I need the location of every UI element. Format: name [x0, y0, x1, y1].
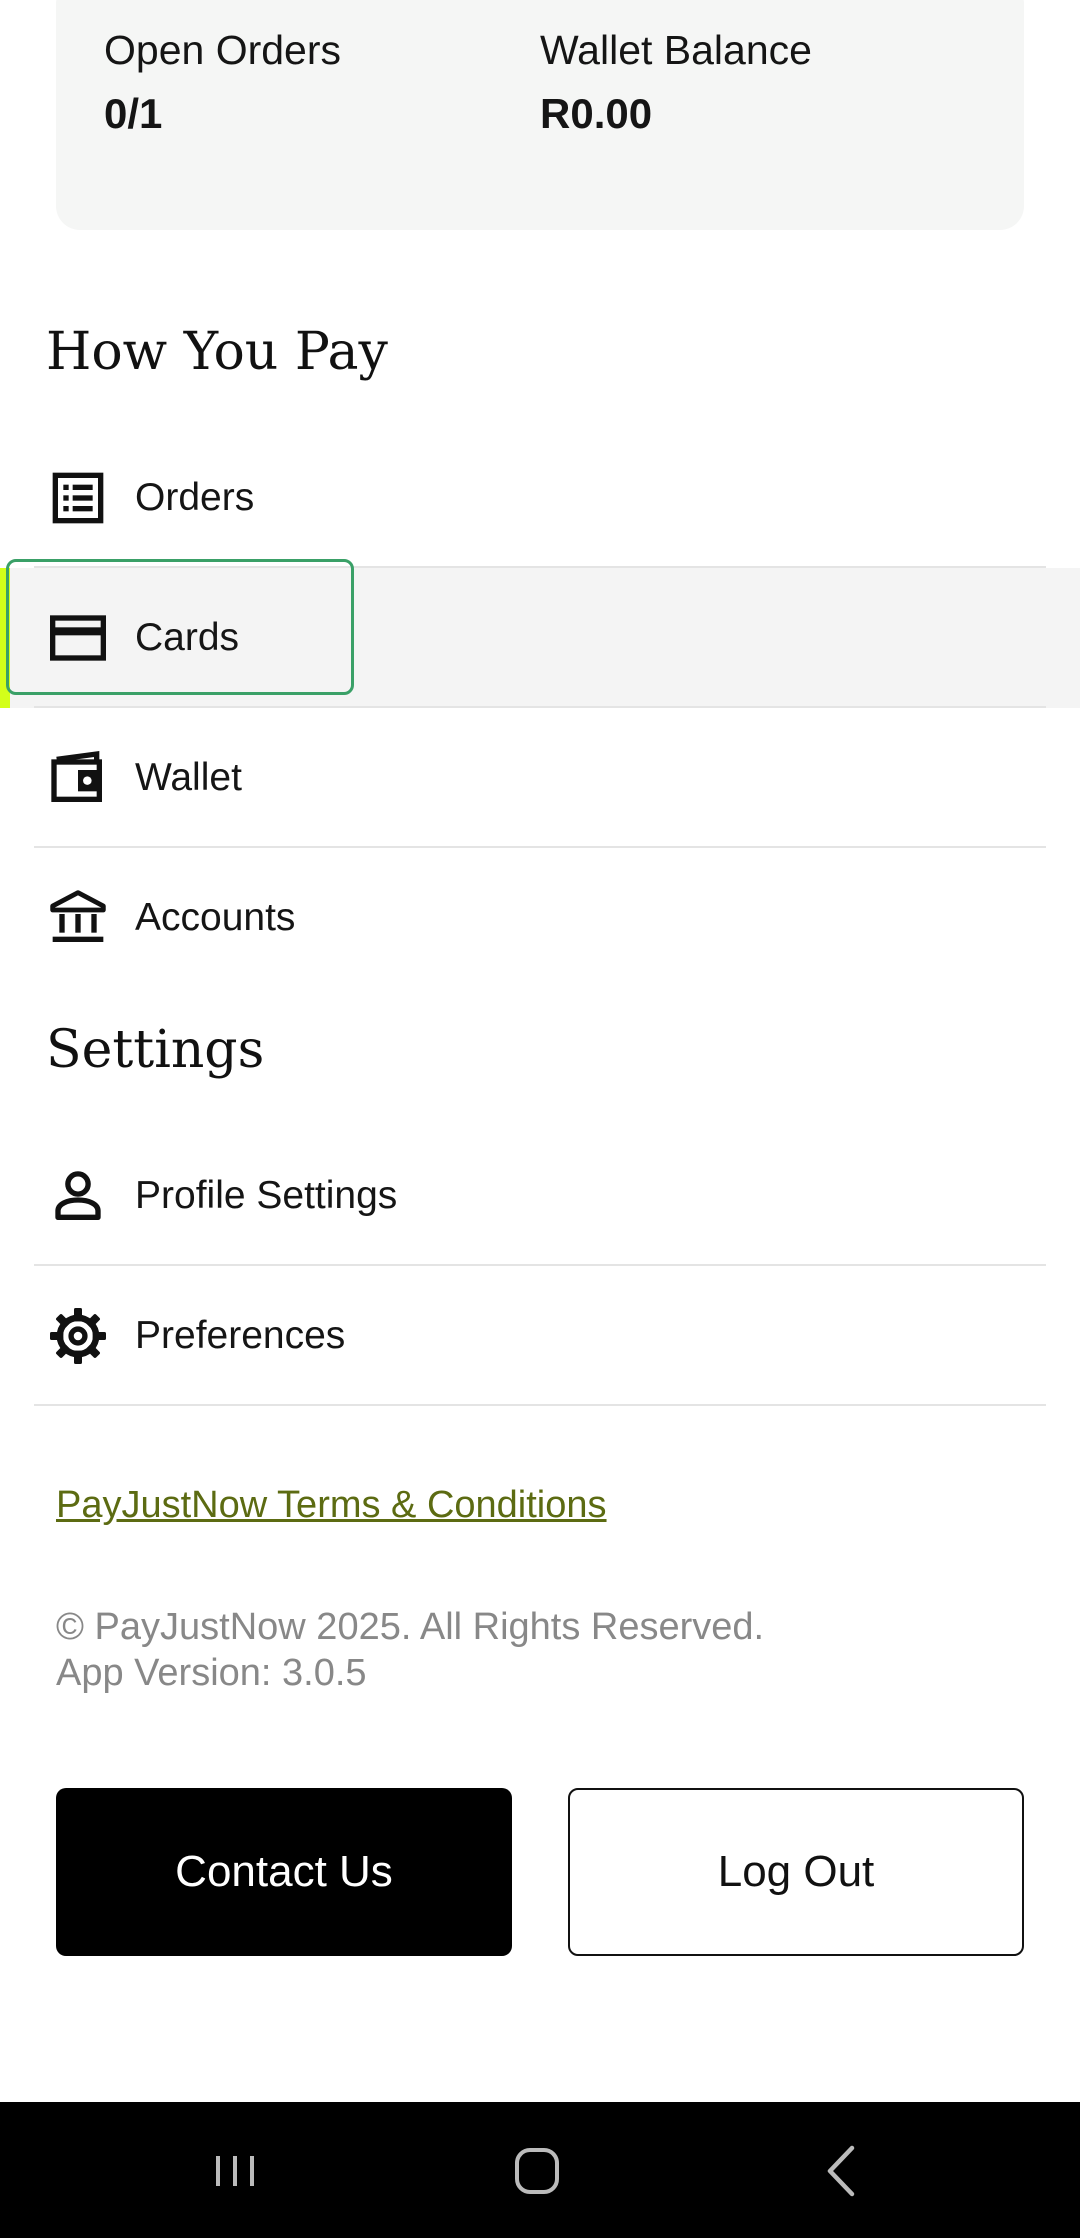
- person-icon: [55, 1171, 101, 1220]
- bank-icon: [50, 890, 106, 942]
- account-page: Open Orders 0/1 Wallet Balance R0.00 How…: [0, 0, 1080, 2238]
- recent-apps-button[interactable]: [200, 2136, 270, 2206]
- menu-item-orders-label: Orders: [135, 476, 255, 519]
- gear-icon: [50, 1308, 106, 1364]
- wallet-balance-label: Wallet Balance: [540, 27, 812, 73]
- home-icon: [515, 2148, 559, 2194]
- wallet-balance-value: R0.00: [540, 90, 653, 137]
- menu-item-wallet-label: Wallet: [135, 756, 242, 799]
- home-button[interactable]: [502, 2136, 572, 2206]
- open-orders-value: 0/1: [104, 90, 163, 137]
- menu-item-cards-label: Cards: [135, 616, 240, 659]
- open-orders-label: Open Orders: [104, 27, 341, 73]
- list-icon: [52, 472, 104, 524]
- menu-item-accounts[interactable]: Accounts: [0, 848, 1080, 988]
- menu-item-preferences-label: Preferences: [135, 1314, 346, 1357]
- menu-item-preferences[interactable]: Preferences: [0, 1266, 1080, 1406]
- account-summary-card: Open Orders 0/1 Wallet Balance R0.00: [56, 0, 1024, 230]
- credit-card-icon: [50, 615, 106, 661]
- wallet-balance-summary: Wallet Balance R0.00: [540, 30, 812, 135]
- menu-item-wallet[interactable]: Wallet: [0, 708, 1080, 848]
- menu-item-profile-settings-label: Profile Settings: [135, 1174, 398, 1217]
- settings-title: Settings: [46, 1020, 265, 1080]
- wallet-icon: [51, 750, 102, 802]
- back-icon: [827, 2145, 855, 2197]
- how-you-pay-title: How You Pay: [46, 322, 388, 382]
- back-button[interactable]: [806, 2136, 876, 2206]
- menu-item-accounts-label: Accounts: [135, 896, 296, 939]
- system-navigation-bar: [0, 2102, 1080, 2238]
- menu-item-profile-settings[interactable]: Profile Settings: [0, 1126, 1080, 1266]
- footer-info: © PayJustNow 2025. All Rights Reserved. …: [56, 1604, 764, 1696]
- contact-us-button[interactable]: Contact Us: [56, 1788, 512, 1956]
- log-out-button[interactable]: Log Out: [568, 1788, 1024, 1956]
- open-orders-summary: Open Orders 0/1: [104, 30, 341, 135]
- terms-conditions-link[interactable]: PayJustNow Terms & Conditions: [56, 1484, 607, 1527]
- menu-item-orders[interactable]: Orders: [0, 428, 1080, 568]
- menu-item-cards[interactable]: Cards: [0, 559, 1080, 708]
- divider: [34, 1404, 1046, 1406]
- copyright-text: © PayJustNow 2025. All Rights Reserved.: [56, 1606, 765, 1648]
- recent-apps-icon: [216, 2156, 254, 2186]
- app-version-text: App Version: 3.0.5: [56, 1652, 367, 1694]
